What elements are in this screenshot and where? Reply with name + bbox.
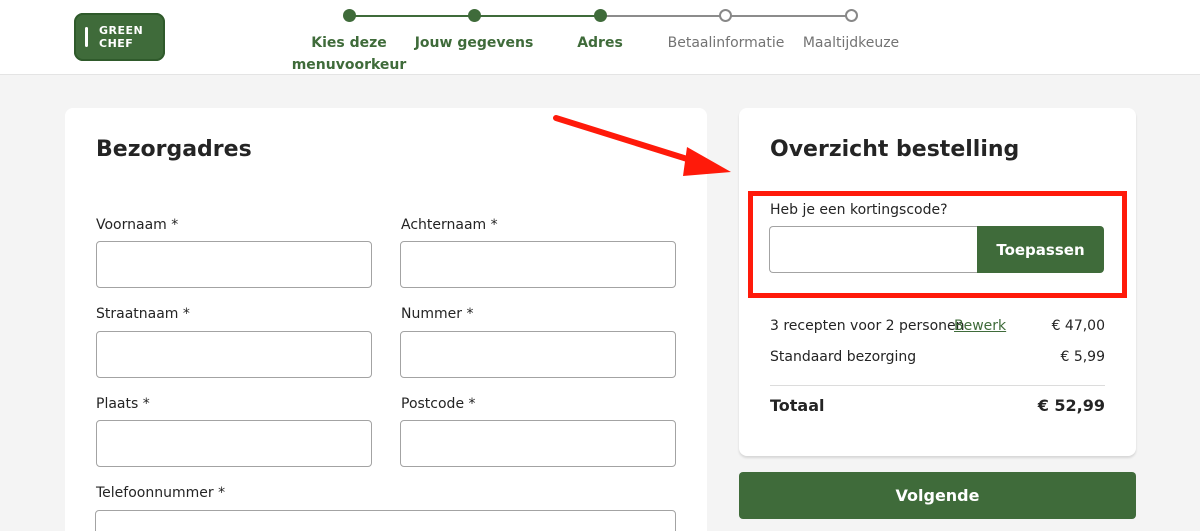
annotation-arrow-icon: [553, 115, 731, 176]
